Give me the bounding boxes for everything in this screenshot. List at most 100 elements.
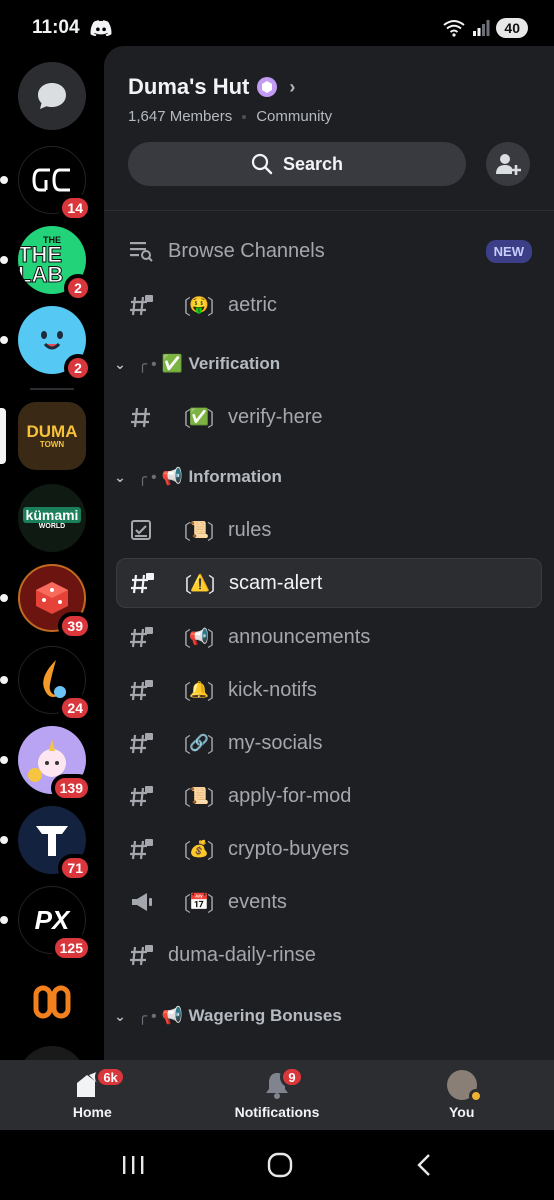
search-button[interactable]: Search xyxy=(128,142,466,186)
back-icon[interactable] xyxy=(414,1152,434,1178)
server-label: kümami xyxy=(22,506,82,523)
chevron-down-icon: ⌄ xyxy=(114,1007,126,1024)
server-label: DUMA xyxy=(26,421,78,441)
tab-notifications[interactable]: 9 Notifications xyxy=(185,1060,370,1130)
locked-hash-icon xyxy=(128,837,156,861)
server-orange-links[interactable] xyxy=(18,968,86,1036)
locked-hash-icon xyxy=(128,293,156,317)
ac-logo-icon xyxy=(32,168,70,192)
channel-aetric[interactable]: 〔 🤑 〕 aetric xyxy=(116,280,542,330)
server-name: Duma's Hut xyxy=(128,74,250,99)
system-nav-bar xyxy=(0,1130,554,1200)
tab-you[interactable]: You xyxy=(369,1060,554,1130)
server-kumami-world[interactable]: kümami WORLD xyxy=(18,484,86,552)
server-dice[interactable]: 39 xyxy=(0,564,92,640)
channel-apply-for-mod[interactable]: 〔 📜 〕 apply-for-mod xyxy=(116,771,542,821)
tab-label: You xyxy=(448,1104,475,1120)
channel-my-socials[interactable]: 〔 🔗 〕 my-socials xyxy=(116,718,542,768)
server-header[interactable]: Duma's Hut › 1,647 Members Community xyxy=(128,74,332,125)
server-badge: 14 xyxy=(58,194,92,222)
locked-hash-icon xyxy=(128,731,156,755)
header-divider xyxy=(104,210,554,211)
server-badge: 125 xyxy=(50,934,92,962)
emoji-icon: 💰 xyxy=(189,841,209,858)
channel-name: events xyxy=(228,890,287,913)
home-circle-icon[interactable] xyxy=(266,1151,294,1179)
channel-name: verify-here xyxy=(228,405,323,428)
category-wagering-bonuses[interactable]: ⌄ ╭ • 📢 Wagering Bonuses xyxy=(110,998,540,1034)
server-rail[interactable]: 14 THE THE LAB 2 2 DUMA TOWN kümami WORL… xyxy=(0,56,104,1060)
hash-icon xyxy=(128,405,156,429)
channel-crypto-buyers[interactable]: 〔 💰 〕 crypto-buyers xyxy=(116,824,542,874)
unread-indicator xyxy=(0,676,8,684)
channel-verify-here[interactable]: 〔 ✅ 〕 verify-here xyxy=(116,392,542,442)
new-badge: NEW xyxy=(485,239,532,263)
channel-kick-notifs[interactable]: 〔 🔔 〕 kick-notifs xyxy=(116,665,542,715)
channel-scam-alert[interactable]: 〔 ⚠️ 〕 scam-alert xyxy=(116,558,542,608)
category-decoration: ╭ • xyxy=(138,356,157,373)
emoji-icon: 📜 xyxy=(189,788,209,805)
direct-messages-button[interactable] xyxy=(18,62,86,130)
server-tt[interactable]: 71 xyxy=(0,806,92,882)
locked-hash-icon xyxy=(129,571,157,595)
channel-rules[interactable]: 〔 📜 〕 rules xyxy=(116,505,542,555)
notifications-badge: 9 xyxy=(280,1066,304,1088)
discord-icon xyxy=(90,20,112,36)
server-badge: 39 xyxy=(58,612,92,640)
category-emoji-icon: 📢 xyxy=(161,1006,184,1025)
server-flame[interactable]: 24 xyxy=(0,646,92,722)
category-name: Information xyxy=(188,467,282,486)
channel-events[interactable]: 〔 📅 〕 events xyxy=(116,877,542,927)
smiley-face-icon xyxy=(41,331,63,350)
chain-logo-icon xyxy=(33,985,71,1019)
tab-label: Home xyxy=(72,1104,112,1120)
tab-home[interactable]: 6k Home xyxy=(0,1060,185,1130)
search-label: Search xyxy=(282,153,344,174)
channel-panel: Duma's Hut › 1,647 Members Community Sea… xyxy=(104,46,554,1076)
channel-duma-daily-rinse[interactable]: duma-daily-rinse xyxy=(116,930,542,980)
category-name: Wagering Bonuses xyxy=(188,1006,342,1025)
server-partial[interactable] xyxy=(18,1046,86,1060)
category-verification[interactable]: ⌄ ╭ • ✅ Verification xyxy=(110,346,540,382)
server-separator xyxy=(30,388,74,390)
recent-apps-icon[interactable] xyxy=(120,1153,146,1177)
avatar xyxy=(446,1070,483,1103)
unread-indicator xyxy=(0,836,8,844)
idle-status-icon xyxy=(468,1089,483,1103)
emoji-icon: 🔗 xyxy=(189,735,209,752)
category-information[interactable]: ⌄ ╭ • 📢 Information xyxy=(110,459,540,495)
invite-members-button[interactable] xyxy=(486,142,530,186)
server-the-lab[interactable]: THE THE LAB 2 xyxy=(0,226,92,302)
unread-indicator xyxy=(0,256,8,264)
server-ac[interactable]: 14 xyxy=(0,146,92,222)
browse-channels-icon xyxy=(128,240,156,262)
channel-announcements[interactable]: 〔 📢 〕 announcements xyxy=(116,612,542,662)
server-badge: 2 xyxy=(64,354,92,382)
browse-channels[interactable]: Browse Channels NEW xyxy=(116,226,542,276)
chevron-right-icon: › xyxy=(289,76,296,97)
megaphone-icon xyxy=(128,890,156,914)
server-badge: 71 xyxy=(58,854,92,882)
channel-name: aetric xyxy=(228,293,277,316)
locked-hash-icon xyxy=(128,678,156,702)
emoji-icon: ⚠️ xyxy=(190,575,210,592)
channel-name: apply-for-mod xyxy=(228,784,352,807)
status-time: 11:04 xyxy=(32,17,80,38)
emoji-icon: ✅ xyxy=(189,409,209,426)
emoji-icon: 📅 xyxy=(189,894,209,911)
locked-hash-icon xyxy=(128,784,156,808)
emoji-icon: 🤑 xyxy=(189,297,209,314)
server-duma-town[interactable]: DUMA TOWN xyxy=(0,402,86,470)
battery-indicator: 40 xyxy=(496,18,528,38)
browse-channels-label: Browse Channels xyxy=(168,239,325,262)
add-user-icon xyxy=(496,154,521,175)
selected-indicator xyxy=(0,408,6,464)
rules-icon xyxy=(128,518,156,542)
unread-indicator xyxy=(0,594,8,602)
server-px[interactable]: PX 125 xyxy=(0,886,92,962)
server-badge: 139 xyxy=(50,774,92,802)
server-face[interactable]: 2 xyxy=(0,306,92,382)
member-count: 1,647 Members xyxy=(128,108,233,125)
server-badge: 2 xyxy=(64,274,92,302)
server-unicorn[interactable]: 139 xyxy=(0,726,92,802)
